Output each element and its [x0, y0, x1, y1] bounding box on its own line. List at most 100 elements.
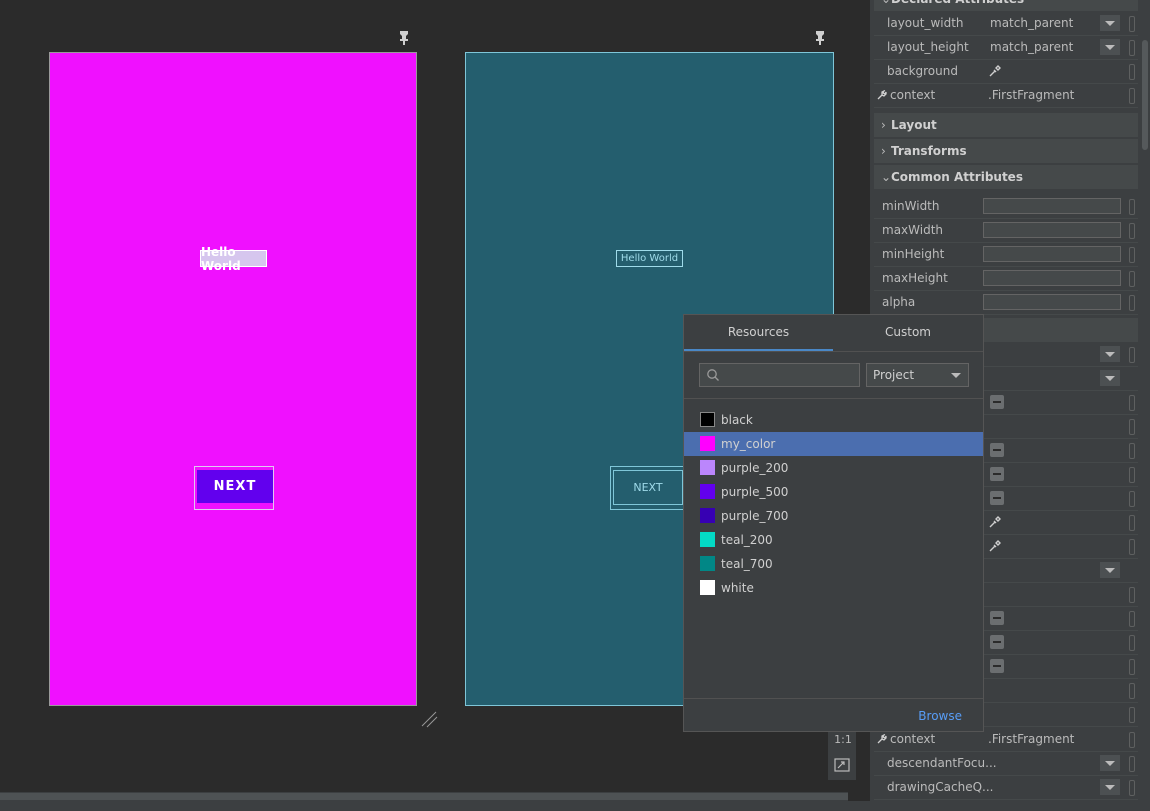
section-layout[interactable]: › Layout: [874, 113, 1138, 137]
dropdown-icon[interactable]: [1100, 15, 1120, 31]
color-item-black[interactable]: black: [684, 408, 983, 432]
color-swatch: [700, 580, 715, 595]
attr-row-layout-width[interactable]: layout_width match_parent: [874, 12, 1138, 36]
minus-icon[interactable]: [990, 491, 1004, 505]
attr-indicator[interactable]: [1129, 223, 1135, 239]
attr-indicator[interactable]: [1129, 199, 1135, 215]
attr-indicator[interactable]: [1129, 395, 1135, 411]
dropdown-icon[interactable]: [1100, 39, 1120, 55]
color-item-white[interactable]: white: [684, 576, 983, 600]
color-swatch: [700, 436, 715, 451]
attr-indicator[interactable]: [1129, 271, 1135, 287]
zoom-actual-size-button[interactable]: 1:1: [833, 731, 853, 749]
search-icon: [707, 369, 719, 381]
hello-world-text[interactable]: Hello World: [200, 245, 267, 273]
browse-link[interactable]: Browse: [900, 705, 962, 727]
maxwidth-input[interactable]: [983, 222, 1121, 238]
attr-row-maxwidth[interactable]: maxWidth: [874, 219, 1138, 243]
dropdown-icon[interactable]: [1100, 779, 1120, 795]
color-swatch: [700, 556, 715, 571]
attr-indicator[interactable]: [1129, 707, 1135, 723]
minus-icon[interactable]: [990, 443, 1004, 457]
section-transforms[interactable]: › Transforms: [874, 139, 1138, 163]
attr-indicator[interactable]: [1129, 635, 1135, 651]
attr-indicator[interactable]: [1129, 587, 1135, 603]
attr-indicator[interactable]: [1129, 347, 1135, 363]
section-declared-attributes[interactable]: ⌄ Declared Attributes: [874, 0, 1138, 11]
attr-row-minwidth[interactable]: minWidth: [874, 195, 1138, 219]
attr-indicator[interactable]: [1129, 16, 1135, 32]
zoom-to-fit-icon[interactable]: [834, 758, 850, 772]
wrench-icon: [877, 734, 887, 744]
eyedropper-icon[interactable]: [988, 540, 1001, 553]
pin-icon[interactable]: [814, 30, 826, 46]
eyedropper-icon[interactable]: [988, 516, 1001, 529]
attr-indicator[interactable]: [1129, 732, 1135, 748]
pin-icon[interactable]: [398, 30, 410, 46]
attr-row-context[interactable]: context .FirstFragment: [874, 84, 1138, 108]
attr-indicator[interactable]: [1129, 780, 1135, 796]
attr-row-alpha[interactable]: alpha: [874, 291, 1138, 315]
status-bar: [0, 801, 1150, 811]
minus-icon[interactable]: [990, 467, 1004, 481]
dropdown-icon[interactable]: [1100, 755, 1120, 771]
color-item-purple-700[interactable]: purple_700: [684, 504, 983, 528]
maxheight-input[interactable]: [983, 270, 1121, 286]
section-common-attributes[interactable]: ⌄ Common Attributes: [874, 165, 1138, 189]
attr-indicator[interactable]: [1129, 491, 1135, 507]
attr-indicator[interactable]: [1129, 443, 1135, 459]
scope-select[interactable]: Project: [866, 363, 969, 387]
attr-indicator[interactable]: [1129, 756, 1135, 772]
panel-scrollbar-thumb[interactable]: [1142, 40, 1148, 150]
attr-indicator[interactable]: [1129, 88, 1135, 104]
attr-indicator[interactable]: [1129, 539, 1135, 555]
attr-indicator[interactable]: [1129, 64, 1135, 80]
minus-icon[interactable]: [990, 395, 1004, 409]
dropdown-icon[interactable]: [1100, 370, 1120, 386]
color-item-purple-500[interactable]: purple_500: [684, 480, 983, 504]
color-item-my-color[interactable]: my_color: [684, 432, 983, 456]
tab-custom[interactable]: Custom: [833, 314, 983, 351]
color-item-purple-200[interactable]: purple_200: [684, 456, 983, 480]
next-button-blueprint[interactable]: NEXT: [613, 470, 683, 505]
chevron-down-icon: ⌄: [881, 170, 892, 184]
attr-row-minheight[interactable]: minHeight: [874, 243, 1138, 267]
attr-row-layout-height[interactable]: layout_height match_parent: [874, 36, 1138, 60]
hello-world-text-blueprint[interactable]: Hello World: [616, 250, 683, 267]
resource-search-input[interactable]: [699, 363, 860, 387]
attr-indicator[interactable]: [1129, 683, 1135, 699]
dropdown-icon[interactable]: [1100, 562, 1120, 578]
attr-row-drawing-cache-quality[interactable]: drawingCacheQ...: [874, 776, 1138, 800]
attr-row-background[interactable]: background: [874, 60, 1138, 84]
color-item-teal-700[interactable]: teal_700: [684, 552, 983, 576]
attr-indicator[interactable]: [1129, 659, 1135, 675]
design-preview[interactable]: [49, 52, 417, 706]
color-swatch: [700, 460, 715, 475]
attr-indicator[interactable]: [1129, 419, 1135, 435]
attr-indicator[interactable]: [1129, 515, 1135, 531]
resize-handle-icon[interactable]: [420, 710, 440, 730]
minus-icon[interactable]: [990, 635, 1004, 649]
attr-row-maxheight[interactable]: maxHeight: [874, 267, 1138, 291]
next-button[interactable]: NEXT: [197, 470, 273, 503]
minheight-input[interactable]: [983, 246, 1121, 262]
attr-indicator[interactable]: [1129, 295, 1135, 311]
divider: [684, 398, 983, 399]
horizontal-scrollbar-thumb[interactable]: [0, 793, 848, 800]
color-swatch: [700, 532, 715, 547]
attr-indicator[interactable]: [1129, 611, 1135, 627]
minus-icon[interactable]: [990, 611, 1004, 625]
minwidth-input[interactable]: [983, 198, 1121, 214]
attr-indicator[interactable]: [1129, 247, 1135, 263]
color-item-teal-200[interactable]: teal_200: [684, 528, 983, 552]
chevron-right-icon: ›: [881, 144, 886, 158]
minus-icon[interactable]: [990, 659, 1004, 673]
attr-indicator[interactable]: [1129, 467, 1135, 483]
attr-row-descendant-focusability[interactable]: descendantFocu...: [874, 752, 1138, 776]
attr-indicator[interactable]: [1129, 40, 1135, 56]
tab-resources[interactable]: Resources: [684, 314, 833, 352]
color-swatch: [700, 508, 715, 523]
alpha-input[interactable]: [983, 294, 1121, 310]
eyedropper-icon[interactable]: [988, 65, 1001, 78]
dropdown-icon[interactable]: [1100, 346, 1120, 362]
